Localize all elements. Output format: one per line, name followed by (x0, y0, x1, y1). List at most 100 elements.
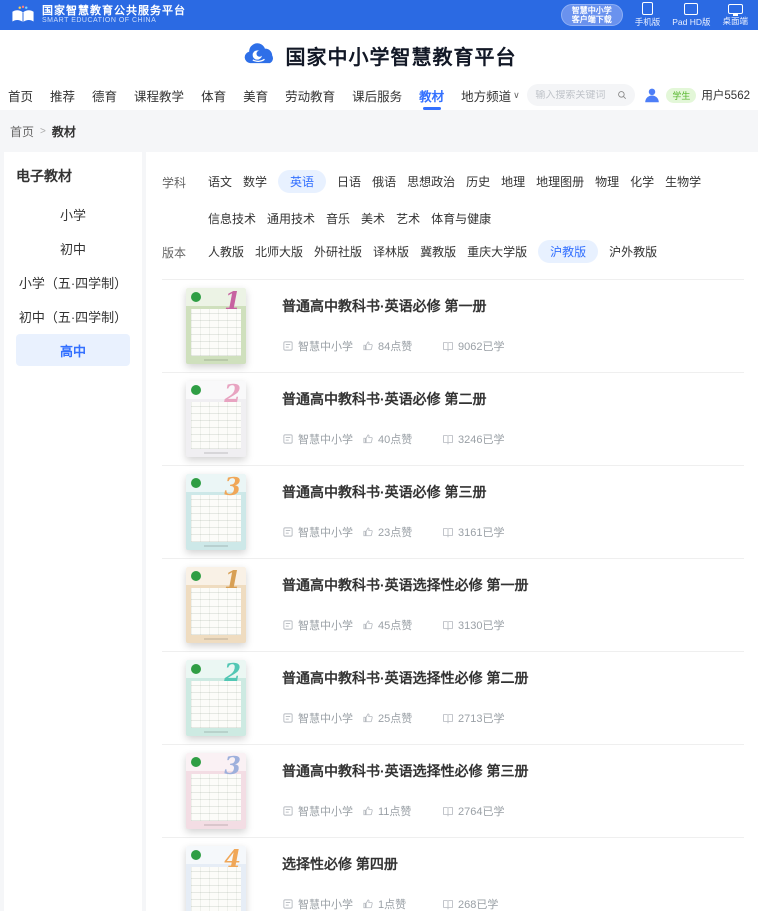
book-title[interactable]: 普通高中教科书·英语必修 第一册 (282, 296, 744, 316)
version-filter-label: 版本 (162, 240, 208, 263)
book-list-item[interactable]: 1 普通高中教科书·英语选择性必修 第一册 (162, 559, 744, 652)
nav-item[interactable]: 课程教学 (134, 80, 184, 110)
subject-chip[interactable]: 艺术 (396, 207, 420, 230)
user-menu[interactable]: 学生 用户5562 (643, 86, 750, 104)
sidebar-item[interactable]: 小学（五·四学制） (16, 266, 130, 298)
book-list-item[interactable]: 2 普通高中教科书·英语必修 第二册 (162, 373, 744, 466)
subject-chip[interactable]: 日语 (337, 170, 361, 193)
subject-chip[interactable]: 化学 (630, 170, 654, 193)
book-cover[interactable]: 1 (186, 567, 246, 643)
nav-item[interactable]: 课后服务 (352, 80, 402, 110)
provider-icon (282, 712, 294, 724)
publisher-logo-dot (191, 385, 201, 395)
tablet-icon (684, 3, 698, 15)
likes-stat[interactable]: 40点赞 (362, 431, 442, 447)
sidebar-item[interactable]: 高中 (16, 334, 130, 366)
subject-chip[interactable]: 信息技术 (208, 207, 256, 230)
book-cover[interactable]: 2 (186, 381, 246, 457)
nav-item[interactable]: 德育 (92, 80, 117, 110)
likes-stat[interactable]: 11点赞 (362, 803, 442, 819)
subject-chip[interactable]: 美术 (361, 207, 385, 230)
sidebar-item[interactable]: 初中 (16, 232, 130, 264)
book-list-item[interactable]: 4 选择性必修 第四册 (162, 838, 744, 911)
nav-item[interactable]: 美育 (243, 80, 268, 110)
provider-stat: 智慧中小学 (282, 431, 362, 447)
mobile-version-link[interactable]: 手机版 (635, 2, 661, 28)
subject-chip[interactable]: 思想政治 (407, 170, 455, 193)
cover-volume-number: 4 (224, 846, 241, 872)
version-chip[interactable]: 译林版 (373, 240, 409, 263)
book-cover[interactable]: 1 (186, 288, 246, 364)
provider-stat: 智慧中小学 (282, 803, 362, 819)
book-title[interactable]: 普通高中教科书·英语选择性必修 第一册 (282, 575, 744, 595)
nav-item[interactable]: 教材 (419, 80, 444, 110)
sidebar-item[interactable]: 初中（五·四学制） (16, 300, 130, 332)
book-title[interactable]: 普通高中教科书·英语选择性必修 第三册 (282, 761, 744, 781)
likes-stat[interactable]: 1点赞 (362, 896, 442, 911)
thumbs-up-icon (362, 898, 374, 910)
avatar-icon (643, 86, 661, 104)
book-title[interactable]: 普通高中教科书·英语选择性必修 第二册 (282, 668, 744, 688)
version-chip[interactable]: 冀教版 (420, 240, 456, 263)
book-list: 1 普通高中教科书·英语必修 第一册 (162, 279, 744, 911)
breadcrumb-home[interactable]: 首页 (10, 123, 34, 140)
book-title[interactable]: 普通高中教科书·英语必修 第三册 (282, 482, 744, 502)
version-chip[interactable]: 重庆大学版 (467, 240, 527, 263)
subject-chip[interactable]: 俄语 (372, 170, 396, 193)
nav-item[interactable]: 劳动教育 (285, 80, 335, 110)
book-list-item[interactable]: 3 普通高中教科书·英语选择性必修 第三册 (162, 745, 744, 838)
phone-icon (642, 2, 653, 15)
top-bar: 国家智慧教育公共服务平台 SMART EDUCATION OF CHINA 智慧… (0, 0, 758, 30)
version-filter-row: 版本 人教版北师大版外研社版译林版冀教版重庆大学版沪教版沪外教版 (162, 240, 744, 263)
likes-stat[interactable]: 84点赞 (362, 338, 442, 354)
pad-version-link[interactable]: Pad HD版 (672, 3, 710, 28)
user-role-badge: 学生 (666, 88, 696, 103)
subject-chip[interactable]: 英语 (278, 170, 326, 193)
book-cover[interactable]: 3 (186, 753, 246, 829)
subject-chip[interactable]: 历史 (466, 170, 490, 193)
nav-item[interactable]: 地方频道 ∨ (461, 80, 520, 110)
cover-artwork (191, 867, 241, 911)
likes-stat[interactable]: 45点赞 (362, 617, 442, 633)
nav-item[interactable]: 体育 (201, 80, 226, 110)
sidebar-item[interactable]: 小学 (16, 198, 130, 230)
subject-chip[interactable]: 音乐 (326, 207, 350, 230)
app-download-button[interactable]: 智慧中小学 客户端下载 (561, 4, 623, 26)
subject-filter-label: 学科 (162, 170, 208, 230)
book-meta: 智慧中小学 45点赞 (282, 617, 744, 633)
open-book-small-icon (442, 898, 454, 910)
version-chip[interactable]: 沪外教版 (609, 240, 657, 263)
subject-chip[interactable]: 地理 (501, 170, 525, 193)
search-icon[interactable] (617, 89, 627, 101)
subject-chip[interactable]: 物理 (595, 170, 619, 193)
version-chip[interactable]: 北师大版 (255, 240, 303, 263)
search-box[interactable] (527, 84, 635, 106)
nav-item[interactable]: 首页 (8, 80, 33, 110)
subject-chip[interactable]: 通用技术 (267, 207, 315, 230)
book-list-item[interactable]: 3 普通高中教科书·英语必修 第三册 (162, 466, 744, 559)
book-list-item[interactable]: 1 普通高中教科书·英语必修 第一册 (162, 280, 744, 373)
book-cover[interactable]: 3 (186, 474, 246, 550)
publisher-logo-dot (191, 478, 201, 488)
version-chip[interactable]: 人教版 (208, 240, 244, 263)
thumbs-up-icon (362, 526, 374, 538)
likes-stat[interactable]: 25点赞 (362, 710, 442, 726)
cover-volume-number: 2 (224, 660, 241, 686)
subject-chip[interactable]: 体育与健康 (431, 207, 491, 230)
subject-chip[interactable]: 生物学 (665, 170, 701, 193)
book-list-item[interactable]: 2 普通高中教科书·英语选择性必修 第二册 (162, 652, 744, 745)
desktop-version-link[interactable]: 桌面端 (722, 4, 748, 27)
version-chip[interactable]: 沪教版 (538, 240, 598, 263)
platform-logo[interactable]: 国家智慧教育公共服务平台 SMART EDUCATION OF CHINA (10, 5, 186, 25)
book-cover[interactable]: 2 (186, 660, 246, 736)
book-title[interactable]: 普通高中教科书·英语必修 第二册 (282, 389, 744, 409)
subject-chip[interactable]: 地理图册 (536, 170, 584, 193)
likes-stat[interactable]: 23点赞 (362, 524, 442, 540)
book-cover[interactable]: 4 (186, 846, 246, 911)
subject-chip[interactable]: 数学 (243, 170, 267, 193)
subject-chip[interactable]: 语文 (208, 170, 232, 193)
nav-item[interactable]: 推荐 (50, 80, 75, 110)
book-title[interactable]: 选择性必修 第四册 (282, 854, 744, 874)
version-chip[interactable]: 外研社版 (314, 240, 362, 263)
search-input[interactable] (535, 90, 613, 101)
